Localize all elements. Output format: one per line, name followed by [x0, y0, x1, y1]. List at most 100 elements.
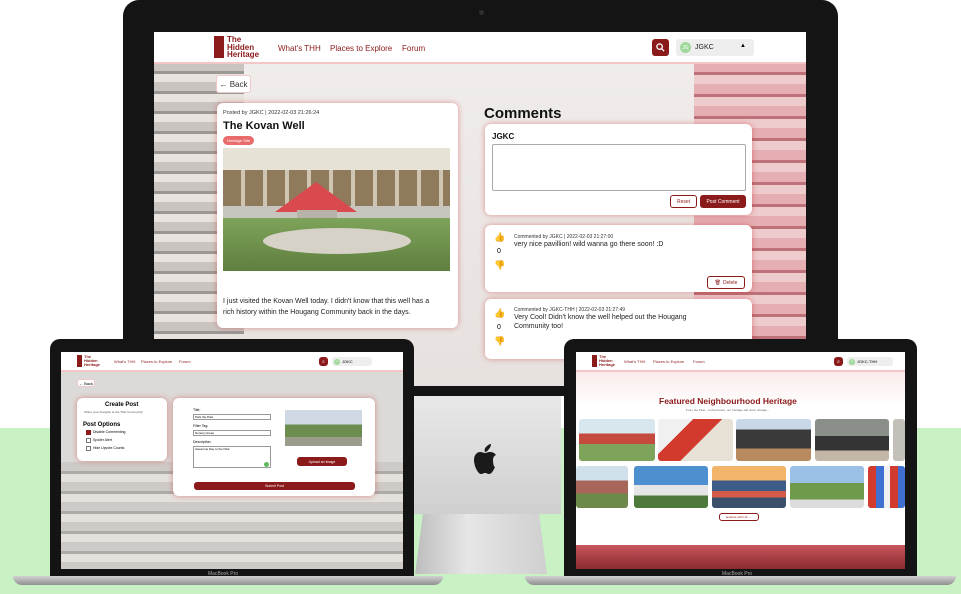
- brand-line-3: Heritage: [599, 361, 616, 367]
- brand-logo[interactable]: The Hidden Heritage: [77, 355, 100, 367]
- nav-forum[interactable]: Forum: [402, 44, 425, 53]
- avatar: JG: [849, 358, 855, 365]
- heritage-thumb-4[interactable]: [815, 419, 889, 461]
- comments-heading: Comments: [484, 105, 562, 122]
- search-button[interactable]: [652, 39, 669, 56]
- user-name: JGKC-THH: [857, 359, 878, 364]
- downvote-icon[interactable]: 👎: [494, 336, 505, 347]
- heritage-thumb-2[interactable]: [658, 419, 733, 461]
- search-button[interactable]: ⌕: [834, 357, 843, 366]
- comment-textarea[interactable]: [492, 144, 746, 191]
- user-name: JGKC: [695, 44, 714, 51]
- delete-label: Delete: [722, 279, 738, 286]
- top-navbar: The Hidden Heritage What's THH Places to E…: [576, 352, 905, 372]
- search-button[interactable]: ⌕: [319, 357, 328, 366]
- upvote-icon[interactable]: 👍: [494, 308, 505, 319]
- nav-places[interactable]: Places to Explore: [141, 359, 172, 364]
- heritage-thumb-1[interactable]: [579, 419, 655, 461]
- right-laptop-base: [525, 576, 956, 585]
- checkbox-hide-upvote[interactable]: [86, 446, 91, 451]
- submit-post-button[interactable]: Submit Post: [194, 482, 355, 490]
- marketing-mockup: { "brand":{"line1":"The","line2":"Hidden…: [0, 0, 961, 594]
- checkbox-disable-commenting[interactable]: [86, 430, 91, 435]
- top-navbar: The Hidden Heritage What's THH Places to E…: [154, 32, 806, 64]
- right-laptop-label: MacBook Pro: [722, 571, 753, 577]
- back-button[interactable]: ← Back: [216, 75, 251, 93]
- heritage-thumb-8[interactable]: [712, 466, 786, 508]
- emoji-icon[interactable]: [264, 462, 269, 467]
- filter-tag-label: Filter Tag:: [193, 424, 209, 428]
- post-options-heading: Post Options: [83, 422, 121, 428]
- create-post-title: Create Post: [105, 402, 139, 408]
- post-comment-button[interactable]: Post Comment: [700, 195, 746, 208]
- user-dropdown[interactable]: JG JGKC-THH: [847, 357, 893, 366]
- option-hide-upvote: Hide Upvote Counts: [93, 446, 125, 450]
- option-spoiler-alert: Spoiler Alert: [93, 438, 112, 442]
- avatar: JG: [334, 358, 340, 365]
- checkbox-spoiler-alert[interactable]: [86, 438, 91, 443]
- imac-stand: [415, 514, 547, 574]
- right-laptop-screen: The Hidden Heritage What's THH Places to E…: [576, 352, 905, 569]
- create-post-sidebar: Create Post Share your thoughts to the T…: [77, 398, 167, 461]
- imac-screen: The Hidden Heritage What's THH Places to E…: [154, 32, 806, 386]
- brand-logo[interactable]: The Hidden Heritage: [214, 36, 259, 59]
- description-label: Description:: [193, 440, 212, 444]
- nav-places[interactable]: Places to Explore: [330, 44, 392, 53]
- comment-meta: Commented by JGKC | 2022-02-03 21:27:00: [514, 234, 614, 240]
- post-photo: [223, 148, 450, 271]
- heritage-thumb-3[interactable]: [736, 419, 811, 461]
- explore-button[interactable]: Explore with Us! →: [719, 513, 759, 521]
- post-body-line-2: rich history within the Hougang Communit…: [223, 309, 411, 316]
- brand-logo[interactable]: The Hidden Heritage: [592, 355, 615, 367]
- brand-mark-icon: [214, 36, 224, 59]
- create-post-subtitle: Share your thoughts to the THH Community…: [84, 410, 144, 414]
- nav-whats-thh[interactable]: What's THH: [278, 44, 321, 53]
- top-navbar: The Hidden Heritage What's THH Places to E…: [61, 352, 403, 372]
- nav-whats-thh[interactable]: What's THH: [114, 359, 135, 364]
- vote-count: 0: [497, 248, 501, 255]
- brand-line-3: Heritage: [227, 50, 260, 60]
- preview-image: [285, 410, 362, 446]
- imac-camera: [479, 10, 484, 15]
- post-meta: Posted by JGKC | 2022-02-03 21:26:24: [223, 110, 320, 116]
- left-laptop-screen: The Hidden Heritage What's THH Places to E…: [61, 352, 403, 569]
- comment-text: very nice pavillion! wild wanna go there…: [514, 241, 664, 248]
- upload-image-button[interactable]: Upload an Image: [297, 457, 347, 466]
- brand-mark-icon: [592, 355, 597, 367]
- apple-logo-icon: [472, 443, 498, 475]
- vote-count: 0: [497, 324, 501, 331]
- nav-forum[interactable]: Forum: [179, 359, 191, 364]
- brand-mark-icon: [77, 355, 82, 367]
- user-dropdown[interactable]: JG JGKC: [332, 357, 372, 366]
- search-icon: ⌕: [837, 358, 840, 365]
- filter-tag-select[interactable]: Nursery Areas: [193, 430, 271, 436]
- featured-subtitle: From the Past... to the Future, our heri…: [686, 408, 770, 412]
- heritage-thumb-7[interactable]: [634, 466, 708, 508]
- upvote-icon[interactable]: 👍: [494, 232, 505, 243]
- left-laptop-label: MacBook Pro: [208, 571, 239, 577]
- comment-text-line-1: Very Cool! Didn't know the well helped o…: [514, 314, 687, 321]
- user-dropdown[interactable]: JG JGKC ▲: [676, 39, 754, 56]
- reset-button[interactable]: Reset: [670, 195, 697, 208]
- heritage-thumb-9[interactable]: [790, 466, 864, 508]
- description-textarea[interactable]: Awesome Day to the Park: [193, 446, 271, 468]
- post-card: Posted by JGKC | 2022-02-03 21:26:24 The…: [217, 103, 458, 328]
- composer-username: JGKC: [492, 132, 515, 141]
- nav-whats-thh[interactable]: What's THH: [624, 359, 645, 364]
- search-icon: [656, 43, 665, 52]
- tag-badge: Heritage Site: [223, 136, 255, 145]
- featured-title: Featured Neighbourhood Heritage: [659, 396, 797, 406]
- delete-button[interactable]: 🗑 Delete: [707, 276, 745, 289]
- title-input[interactable]: Park the Park: [193, 414, 271, 420]
- heritage-thumb-6[interactable]: [576, 466, 628, 508]
- downvote-icon[interactable]: 👎: [494, 260, 505, 271]
- heritage-thumb-5[interactable]: [893, 419, 905, 461]
- trash-icon: 🗑: [714, 279, 721, 286]
- heritage-thumb-10[interactable]: [868, 466, 905, 508]
- post-body-line-1: I just visited the Kovan Well today. I d…: [223, 298, 430, 305]
- user-name: JGKC: [342, 359, 353, 364]
- nav-places[interactable]: Places to Explore: [653, 359, 684, 364]
- back-button[interactable]: ← Back: [77, 379, 95, 387]
- comment-composer: JGKC Reset Post Comment: [485, 124, 752, 215]
- nav-forum[interactable]: Forum: [693, 359, 705, 364]
